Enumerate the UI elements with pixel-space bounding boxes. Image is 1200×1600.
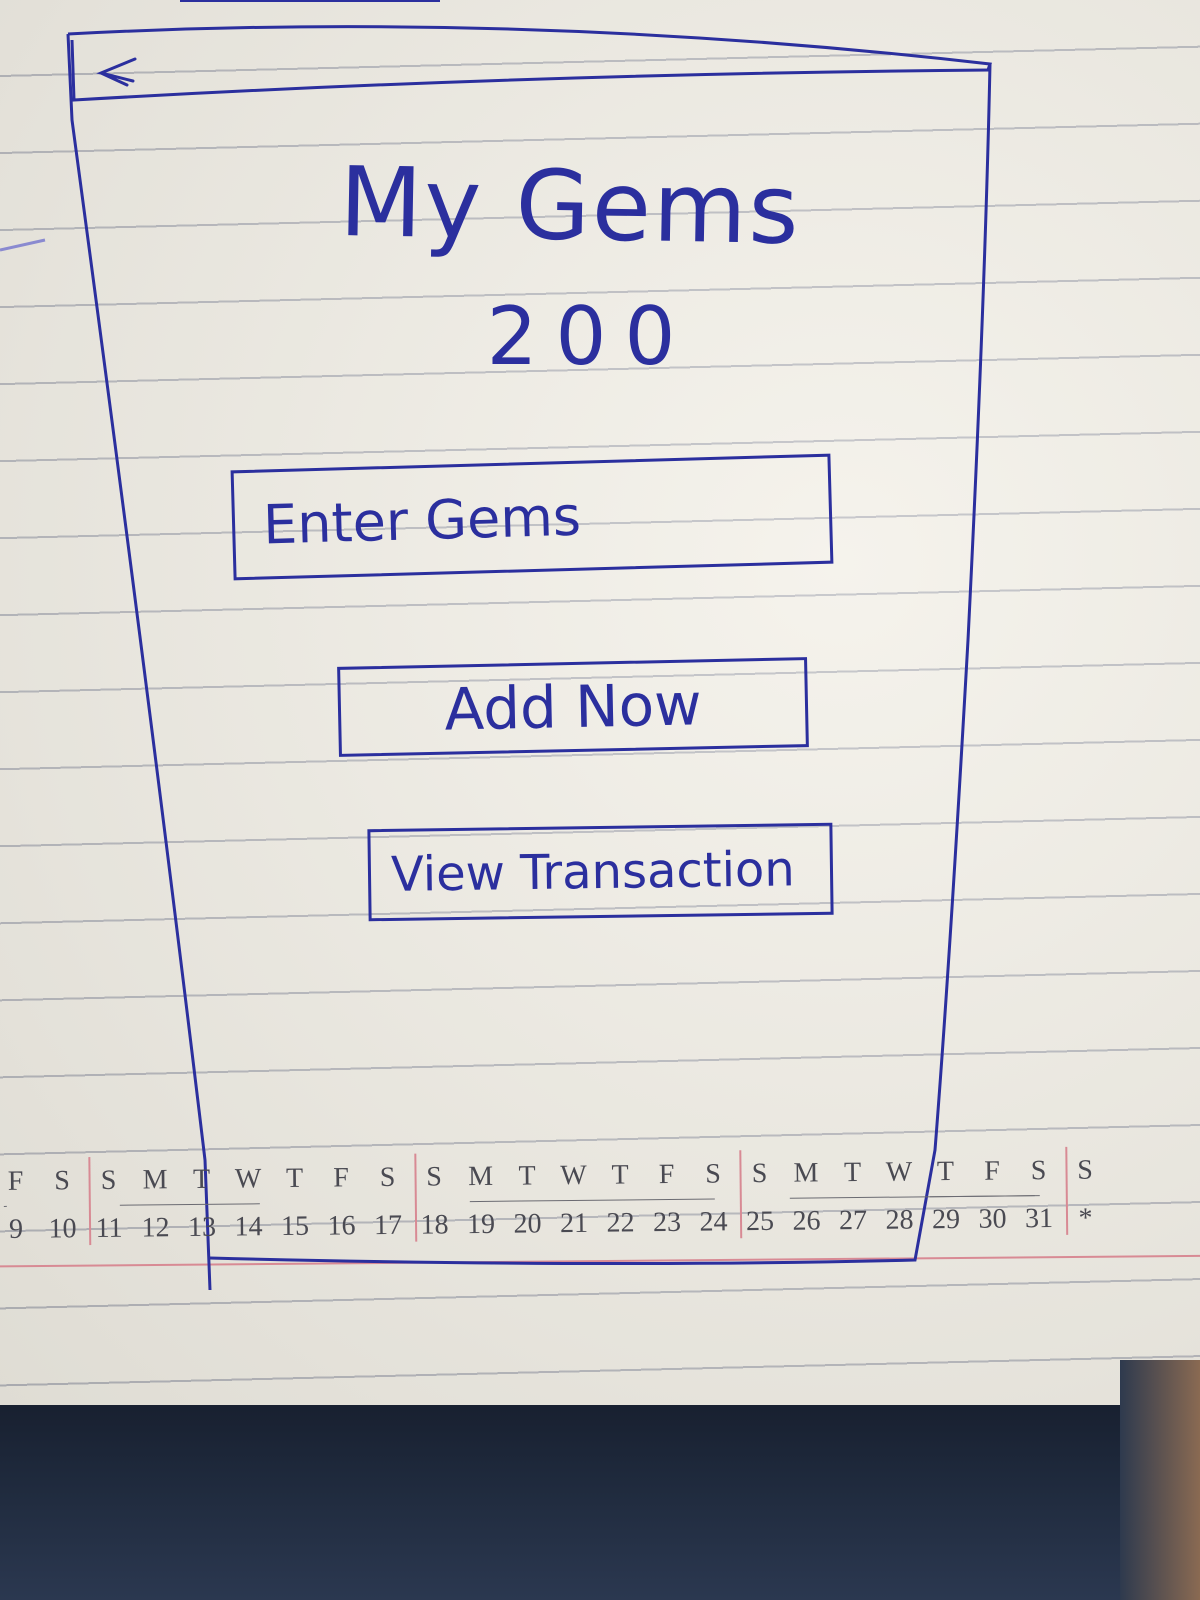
enter-gems-input[interactable] xyxy=(230,453,834,581)
calendar-weekday: M xyxy=(142,1164,168,1196)
calendar-date: 23 xyxy=(652,1206,682,1239)
calendar-weekday: T xyxy=(936,1156,955,1188)
calendar-weekday: F xyxy=(658,1158,675,1191)
calendar-weekday: T xyxy=(611,1159,629,1191)
calendar-weekday: T xyxy=(192,1163,211,1195)
calendar-weekday: W xyxy=(234,1163,262,1195)
calendar-weekday: M xyxy=(467,1160,494,1193)
calendar-weekday: W xyxy=(560,1159,587,1192)
gem-balance: 200 xyxy=(486,290,694,383)
calendar-weekday: T xyxy=(285,1162,304,1195)
view-transaction-button[interactable]: View Transaction xyxy=(367,822,834,922)
calendar-date: 19 xyxy=(466,1208,496,1241)
calendar-week-divider xyxy=(88,1157,92,1246)
calendar-date: 15 xyxy=(280,1210,310,1243)
calendar-date: 14 xyxy=(234,1211,263,1243)
calendar-weekday: T xyxy=(843,1156,862,1189)
calendar-weekday: F xyxy=(7,1165,24,1197)
calendar-rule xyxy=(119,1203,260,1206)
calendar-weekday: W xyxy=(885,1156,913,1188)
notebook-paper: My Gems 200 Add Now View Transaction F9S… xyxy=(0,0,1200,1405)
calendar-weekday: M xyxy=(793,1157,819,1189)
calendar-date: 16 xyxy=(327,1210,356,1242)
calendar-date: 30 xyxy=(978,1203,1007,1235)
calendar-week-divider xyxy=(413,1153,417,1242)
calendar-weekday: F xyxy=(333,1162,350,1194)
printed-calendar-strip: F 9 S 10 S 11 M 12 T 13 W 14 T 15 F 16 S 17 S 18 M 19 T 20 W 21 T 2… xyxy=(0,1146,1200,1276)
calendar-date: 25 xyxy=(745,1205,775,1238)
calendar-rule xyxy=(469,1198,715,1203)
calendar-date: 17 xyxy=(373,1209,403,1242)
calendar-week-divider xyxy=(739,1150,743,1239)
chevron-left-icon xyxy=(96,57,137,87)
calendar-weekday: S xyxy=(1077,1154,1093,1186)
calendar-date: 21 xyxy=(559,1207,589,1240)
calendar-weekday: S xyxy=(379,1161,396,1194)
calendar-date: 27 xyxy=(838,1204,868,1237)
calendar-date: 26 xyxy=(792,1205,821,1237)
calendar-date: 9 xyxy=(8,1213,24,1245)
calendar-date: 22 xyxy=(606,1207,635,1239)
add-now-button[interactable]: Add Now xyxy=(337,657,809,757)
calendar-weekday: S xyxy=(705,1158,721,1190)
calendar-date: 10 xyxy=(48,1213,77,1245)
calendar-date: 11 xyxy=(95,1212,123,1244)
calendar-date: 31 xyxy=(1024,1202,1054,1235)
calendar-date: 20 xyxy=(513,1208,542,1240)
calendar-weekday: S xyxy=(426,1161,443,1193)
calendar-date: 18 xyxy=(420,1209,449,1241)
background-fabric xyxy=(0,1405,1200,1600)
calendar-weekday: S xyxy=(100,1164,117,1196)
calendar-weekday: S xyxy=(54,1165,71,1197)
calendar-rule xyxy=(929,1195,1040,1198)
back-button[interactable] xyxy=(82,48,152,100)
calendar-weekday: T xyxy=(518,1160,536,1192)
calendar-week-divider xyxy=(1064,1146,1068,1235)
background-table xyxy=(1120,1360,1200,1600)
calendar-weekday: S xyxy=(1030,1155,1047,1187)
calendar-date: 24 xyxy=(699,1206,728,1238)
calendar-date: * xyxy=(1078,1202,1093,1234)
calendar-rule xyxy=(3,1205,7,1207)
calendar-weekday: F xyxy=(984,1155,1000,1187)
calendar-date: 29 xyxy=(931,1203,961,1236)
calendar-weekday: S xyxy=(751,1157,768,1190)
calendar-date: 13 xyxy=(187,1211,217,1244)
calendar-date: 28 xyxy=(885,1204,914,1236)
page-title: My Gems xyxy=(338,145,802,267)
calendar-date: 12 xyxy=(141,1212,170,1244)
